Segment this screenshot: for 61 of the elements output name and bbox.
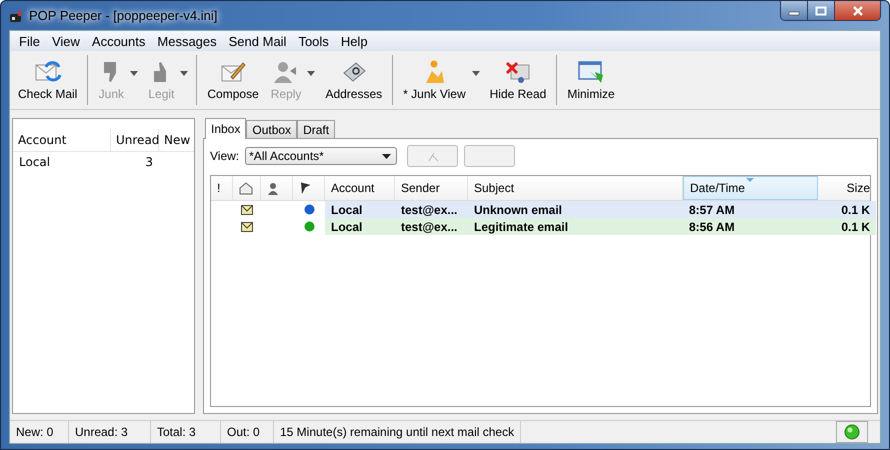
menu-item[interactable]: Help: [334, 34, 374, 48]
account-dropdown[interactable]: *All Accounts*: [245, 147, 398, 165]
tab[interactable]: Draft: [297, 120, 336, 138]
maximize-button[interactable]: [808, 1, 835, 20]
sort-arrow-icon: [746, 178, 754, 182]
column-header[interactable]: Account: [13, 129, 111, 151]
column-header[interactable]: !: [211, 176, 233, 200]
column-header[interactable]: Sender: [395, 176, 468, 200]
dropdown-arrow-icon: [382, 154, 392, 158]
menu-item[interactable]: View: [46, 34, 86, 48]
toolbar-button[interactable]: Hide Read: [484, 57, 552, 103]
status-text: Unread: 3: [69, 421, 151, 443]
column-header[interactable]: Size: [818, 176, 876, 200]
toolbar-button[interactable]: Check Mail: [12, 57, 84, 103]
minimize-button[interactable]: [781, 1, 808, 20]
mailbox-icon: [9, 8, 23, 22]
envelope-icon: [241, 204, 253, 214]
toolbar-button[interactable]: * Junk View: [397, 57, 472, 103]
menu-item[interactable]: Tools: [292, 34, 335, 48]
maximize-icon: [815, 6, 827, 16]
menu-item[interactable]: Messages: [151, 34, 223, 48]
table-cell-text: 0.1 K: [840, 220, 871, 234]
menu-item[interactable]: File: [13, 34, 46, 48]
envelope-x-icon: [504, 59, 532, 85]
view-label: View:: [210, 149, 240, 163]
menu-item[interactable]: Accounts: [86, 34, 152, 48]
toolbar-button[interactable]: Compose: [201, 57, 265, 103]
column-header[interactable]: Date/Time: [683, 176, 818, 200]
status-text: Total: 3: [151, 421, 221, 443]
table-cell-text: test@ex...: [400, 220, 458, 234]
message-row[interactable]: Local test@ex... Unknown email 8:57 AM 0.1 K: [325, 201, 876, 218]
column-header[interactable]: Unread: [111, 129, 159, 151]
table-cell-text: Legitimate email: [473, 220, 570, 234]
status-text: New: 0: [10, 421, 69, 443]
table-cell-text: Unknown email: [473, 202, 564, 216]
message-row[interactable]: Local test@ex... Legitimate email 8:56 AM 0.1 K: [325, 218, 876, 235]
table-cell-text: test@ex...: [400, 202, 458, 216]
toolbar-button[interactable]: Minimize: [561, 57, 621, 103]
status-text: Out: 0: [221, 421, 274, 443]
menu-item[interactable]: Send Mail: [222, 34, 292, 48]
window-title: POP Peeper - [poppeeper-v4.ini]: [29, 8, 218, 23]
table-cell-text: 3: [144, 155, 154, 169]
table-cell-text: 8:57 AM: [688, 202, 736, 216]
table-cell-text: Local: [18, 155, 52, 169]
envelope-icon: [241, 222, 253, 232]
status-text: 15 Minute(s) remaining until next mail check: [274, 421, 522, 443]
table-cell-text: Local: [330, 220, 364, 234]
tab[interactable]: Outbox: [246, 120, 298, 138]
window-arrow-icon: [577, 59, 605, 85]
close-icon: [852, 6, 864, 16]
close-button[interactable]: [835, 1, 880, 20]
tab[interactable]: Inbox: [205, 118, 246, 139]
dropdown-arrow-icon[interactable]: [472, 70, 480, 76]
table-cell-text: 0.1 K: [840, 202, 871, 216]
toolbar-button[interactable]: Addresses: [319, 57, 388, 103]
column-header[interactable]: New: [159, 129, 192, 151]
column-header[interactable]: Account: [325, 176, 395, 200]
scissors-icon: [426, 150, 439, 162]
table-cell-text: 8:56 AM: [688, 220, 736, 234]
table-cell-text: Local: [330, 202, 364, 216]
connection-status-icon: [844, 424, 860, 440]
